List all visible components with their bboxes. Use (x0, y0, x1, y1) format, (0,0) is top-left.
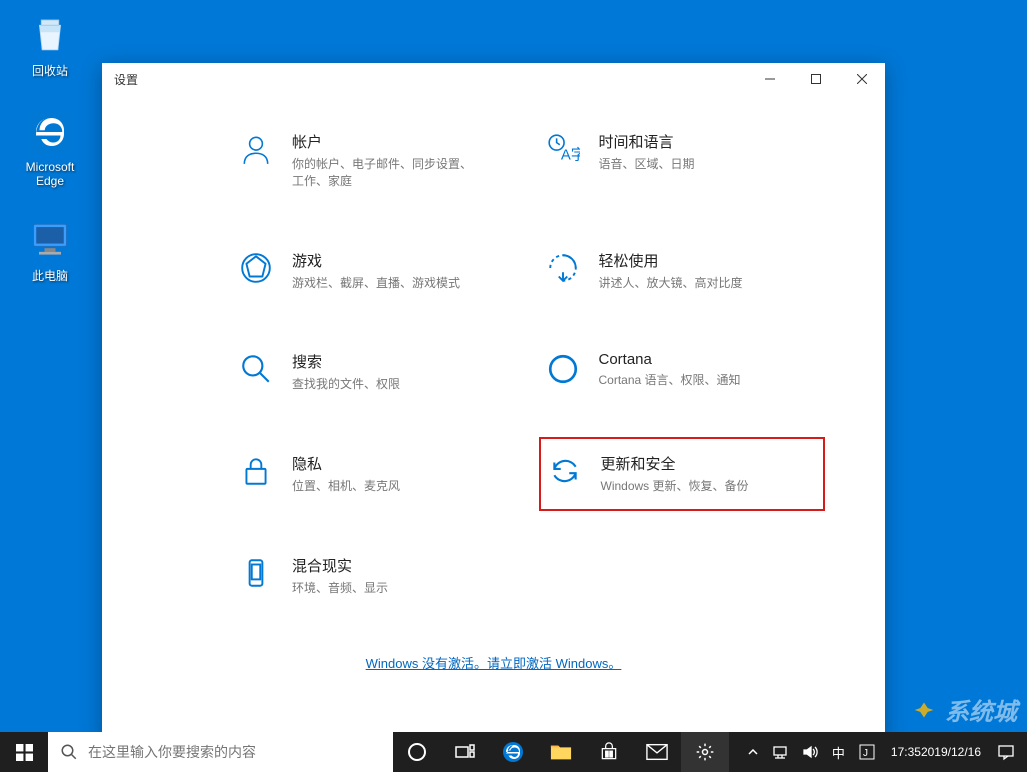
search-input[interactable] (88, 744, 381, 760)
titlebar: 设置 (102, 63, 885, 95)
start-button[interactable] (0, 732, 48, 772)
desktop-icon-this-pc[interactable]: 此电脑 (15, 215, 85, 284)
gaming-icon (238, 250, 274, 286)
update-security-icon (547, 453, 583, 489)
category-cortana[interactable]: CortanaCortana 语言、权限、通知 (539, 345, 826, 399)
activation-link[interactable]: Windows 没有激活。请立即激活 Windows。 (102, 653, 885, 672)
action-center-button[interactable] (991, 732, 1021, 772)
category-ease-of-access[interactable]: 轻松使用讲述人、放大镜、高对比度 (539, 244, 826, 298)
category-accounts[interactable]: 帐户你的帐户、电子邮件、同步设置、工作、家庭 (232, 125, 519, 196)
category-mixed-reality[interactable]: 混合现实环境、音频、显示 (232, 549, 519, 603)
settings-window: 设置 帐户你的帐户、电子邮件、同步设置、工作、家庭 A字 时间和语言语音、区域、… (102, 63, 885, 743)
ease-of-access-icon (545, 250, 581, 286)
tray-clock[interactable]: 17:35 2019/12/16 (883, 732, 989, 772)
time-language-icon: A字 (545, 131, 581, 167)
taskbar: 中 J 17:35 2019/12/16 (0, 732, 1027, 772)
taskbar-edge[interactable] (489, 732, 537, 772)
mixed-reality-icon (238, 555, 274, 591)
edge-icon (26, 108, 74, 156)
watermark: 系统城 (909, 692, 1017, 727)
accounts-icon (238, 131, 274, 167)
taskbar-mail[interactable] (633, 732, 681, 772)
taskbar-store[interactable] (585, 732, 633, 772)
tray-overflow[interactable] (742, 732, 764, 772)
desktop-icon-recycle-bin[interactable]: 回收站 (15, 10, 85, 79)
task-view-button[interactable] (441, 732, 489, 772)
category-gaming[interactable]: 游戏游戏栏、截屏、直播、游戏模式 (232, 244, 519, 298)
taskbar-settings[interactable] (681, 732, 729, 772)
settings-categories: 帐户你的帐户、电子邮件、同步设置、工作、家庭 A字 时间和语言语音、区域、日期 … (102, 125, 885, 603)
system-tray: 中 J 17:35 2019/12/16 (742, 732, 1027, 772)
taskbar-search[interactable] (48, 732, 393, 772)
cortana-button[interactable] (393, 732, 441, 772)
search-icon (238, 351, 274, 387)
cortana-icon (545, 351, 581, 387)
category-search[interactable]: 搜索查找我的文件、权限 (232, 345, 519, 399)
tray-ime-mode-icon[interactable]: J (853, 732, 881, 772)
maximize-button[interactable] (793, 63, 839, 95)
search-icon (60, 743, 78, 761)
window-title: 设置 (114, 71, 138, 88)
recycle-bin-icon (26, 10, 74, 58)
tray-volume-icon[interactable] (796, 732, 824, 772)
close-button[interactable] (839, 63, 885, 95)
computer-icon (26, 215, 74, 263)
category-update-security[interactable]: 更新和安全Windows 更新、恢复、备份 (539, 437, 826, 511)
category-time-language[interactable]: A字 时间和语言语音、区域、日期 (539, 125, 826, 196)
minimize-button[interactable] (747, 63, 793, 95)
tray-ime[interactable]: 中 (826, 732, 851, 772)
svg-text:A字: A字 (560, 147, 579, 164)
taskbar-file-explorer[interactable] (537, 732, 585, 772)
privacy-icon (238, 453, 274, 489)
svg-text:J: J (863, 748, 868, 759)
desktop-icon-edge[interactable]: Microsoft Edge (15, 108, 85, 188)
category-privacy[interactable]: 隐私位置、相机、麦克风 (232, 447, 519, 501)
tray-network-icon[interactable] (766, 732, 794, 772)
